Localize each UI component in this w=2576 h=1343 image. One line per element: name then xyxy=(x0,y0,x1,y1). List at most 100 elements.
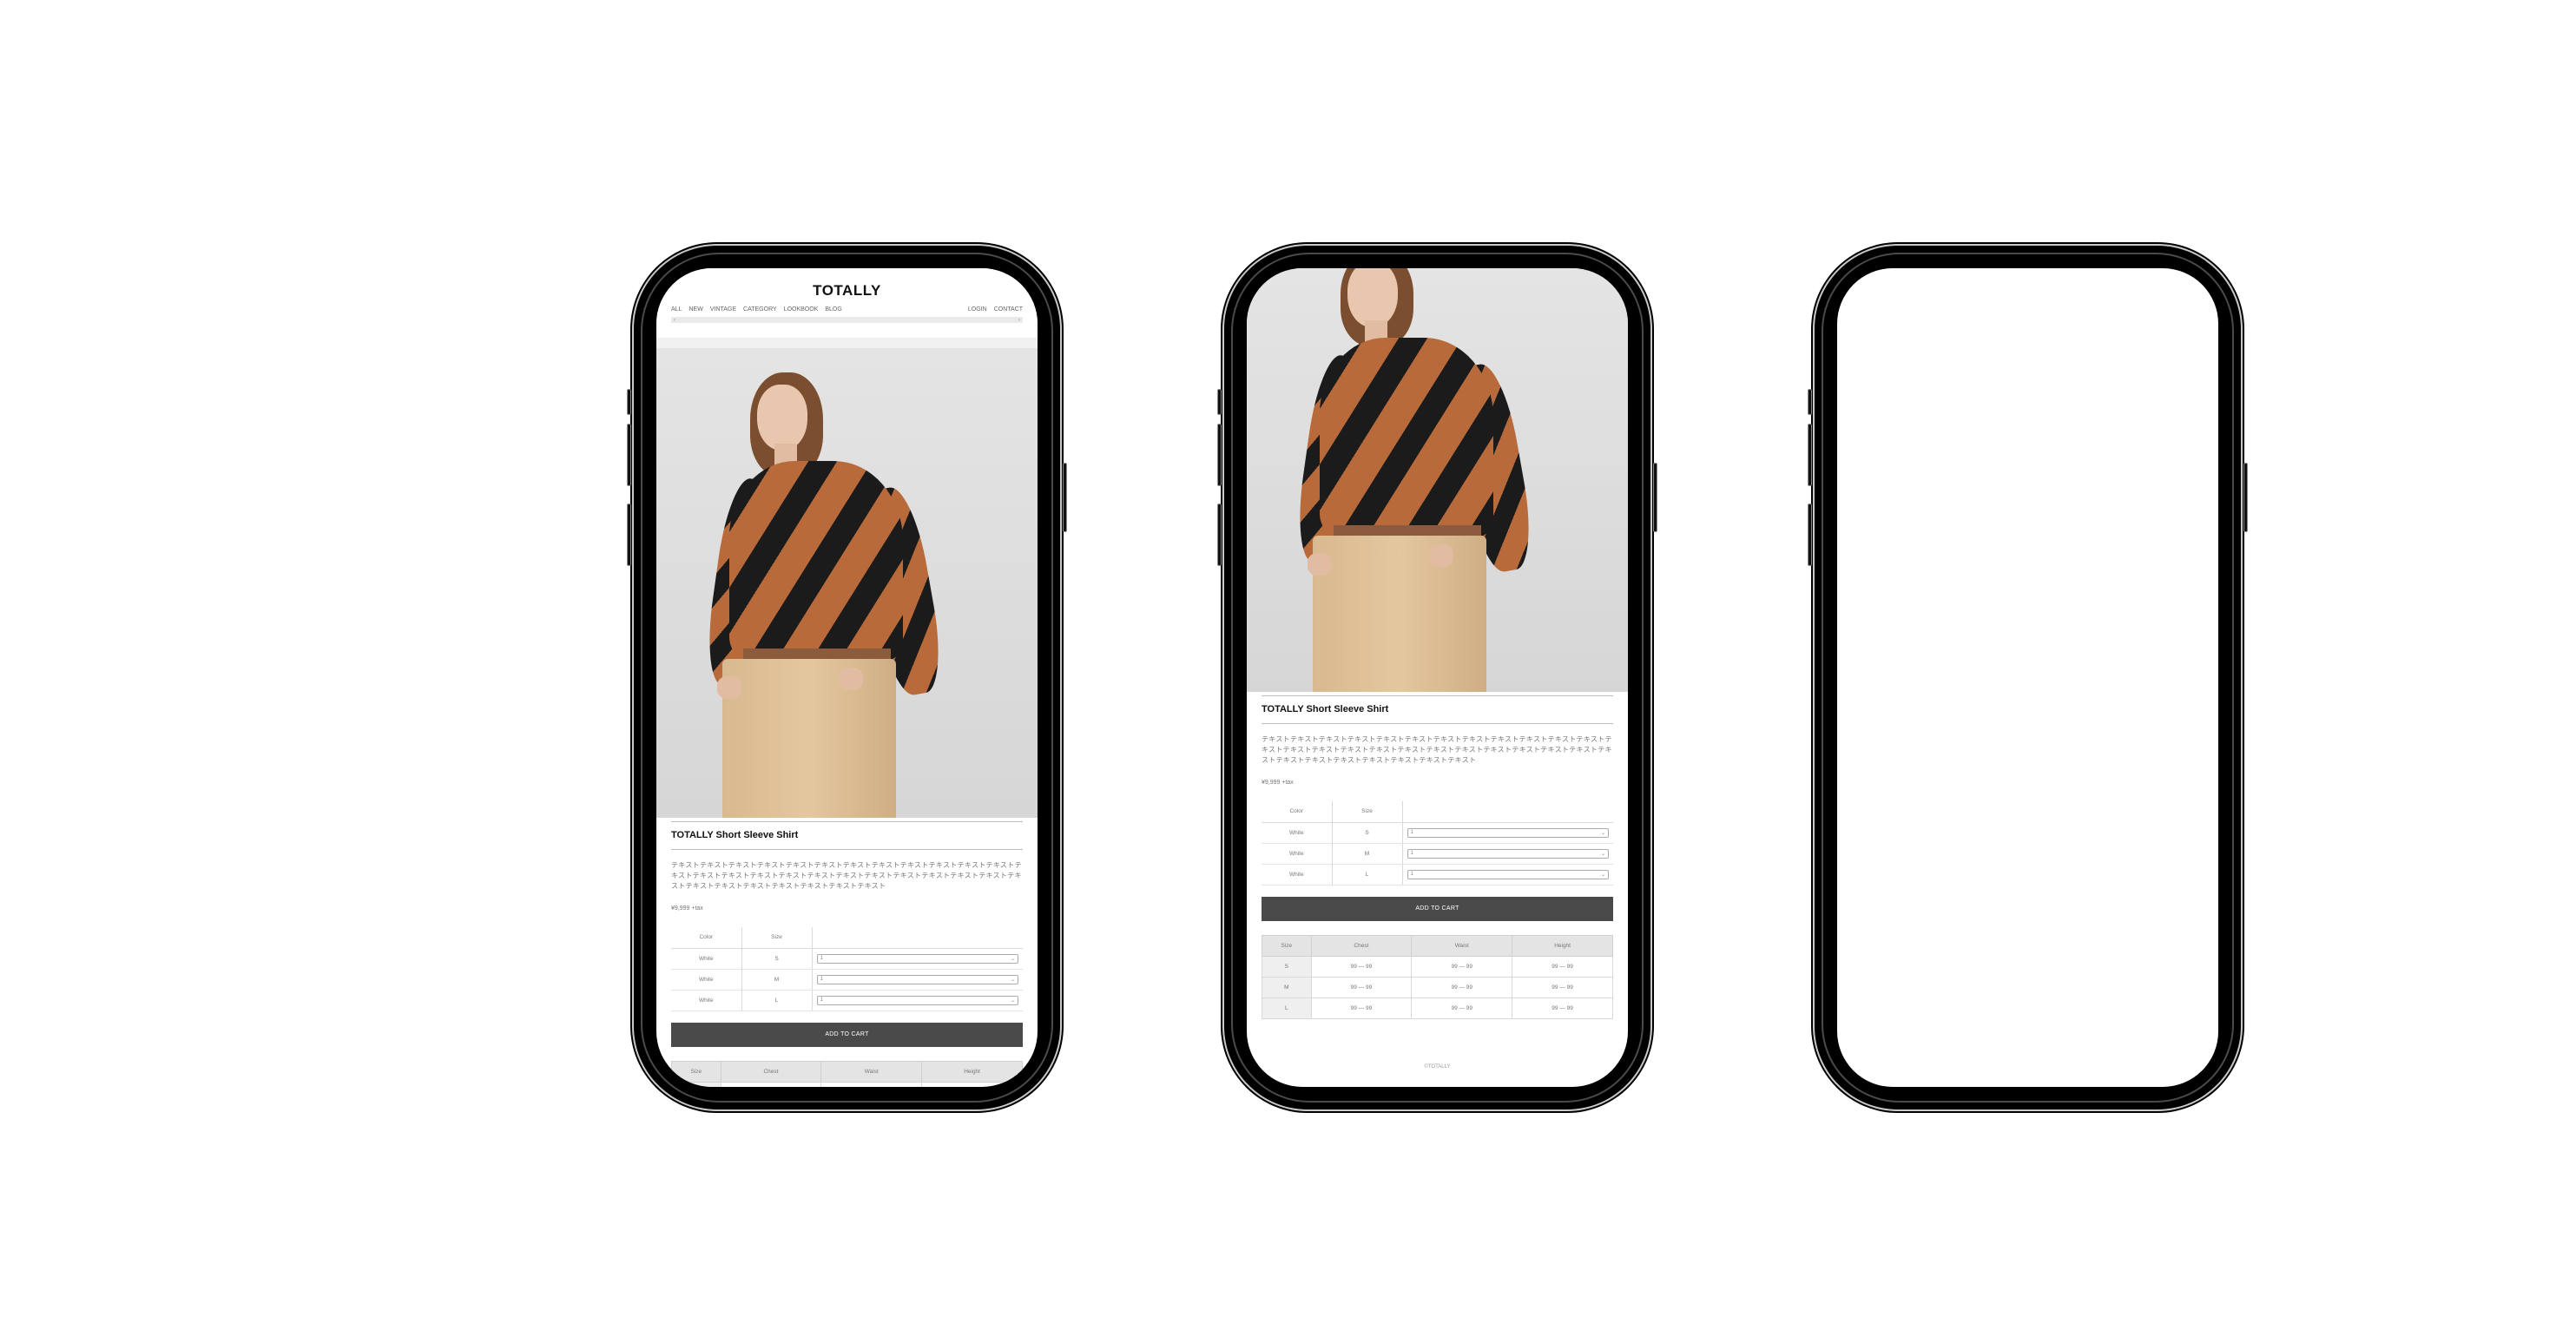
chevron-down-icon: ⌄ xyxy=(1600,830,1605,836)
order-size: M xyxy=(741,969,813,991)
order-qty-cell: 1 ⌄ xyxy=(812,948,1023,970)
photo-right-hand xyxy=(839,668,863,690)
size-col-chest: Chest xyxy=(1310,934,1413,957)
photo-shirt xyxy=(1320,338,1493,537)
photo-left-hand xyxy=(1308,553,1332,576)
main-nav: ALL NEW VINTAGE CATEGORY LOOKBOOK BLOG L… xyxy=(671,306,1023,313)
chevron-down-icon: ⌄ xyxy=(1600,872,1605,878)
chevron-down-icon: ⌄ xyxy=(1600,851,1605,857)
nav-login[interactable]: LOGIN xyxy=(968,306,987,313)
mute-switch xyxy=(1808,389,1812,415)
table-row: L 99 — 99 99 — 99 99 — 99 xyxy=(1262,997,1613,1019)
quantity-select[interactable]: 1 ⌄ xyxy=(816,995,1018,1005)
size-col-waist: Waist xyxy=(820,1060,923,1083)
nav-all[interactable]: ALL xyxy=(671,306,682,313)
order-col-color: Color xyxy=(671,927,742,949)
photo-left-hand xyxy=(717,676,741,699)
phone-mockup-2: TOTALLY Short Sleeve Shirt テキストテキストテキストテ… xyxy=(1217,246,1657,1109)
order-qty-cell: 1 ⌄ xyxy=(812,990,1023,1011)
nav-blog[interactable]: BLOG xyxy=(825,306,841,313)
power-button xyxy=(1653,463,1657,532)
product-price: ¥9,999 +tax xyxy=(671,905,703,912)
nav-vintage[interactable]: VINTAGE xyxy=(710,306,736,313)
site-footer-copyright: ©TOTALLY xyxy=(1424,1063,1451,1070)
size-cell: 99 — 99 xyxy=(1411,997,1513,1019)
size-cell: 99 — 99 xyxy=(921,1081,1023,1087)
nav-scrollbar[interactable]: ‹ › xyxy=(671,317,1023,323)
photo-right-hand xyxy=(1429,544,1453,567)
order-qty-cell: 1 ⌄ xyxy=(1402,864,1613,885)
product-title: TOTALLY Short Sleeve Shirt xyxy=(671,830,799,840)
header-divider xyxy=(656,338,1038,348)
scroll-left-icon[interactable]: ‹ xyxy=(674,318,675,323)
phone-mockup-3 xyxy=(1808,246,2248,1109)
product-price: ¥9,999 +tax xyxy=(1262,780,1294,786)
product-title: TOTALLY Short Sleeve Shirt xyxy=(1262,704,1389,714)
phone-screen-2: TOTALLY Short Sleeve Shirt テキストテキストテキストテ… xyxy=(1247,268,1628,1087)
brand-logo[interactable]: TOTALLY xyxy=(656,268,1038,300)
product-description: テキストテキストテキストテキストテキストテキストテキストテキストテキストテキスト… xyxy=(1262,735,1612,764)
quantity-value: 1 xyxy=(1410,851,1413,856)
order-table-header: Color Size xyxy=(1262,801,1613,823)
order-qty-cell: 1 ⌄ xyxy=(812,969,1023,991)
scroll-right-icon[interactable]: › xyxy=(1018,318,1020,323)
size-cell: 99 — 99 xyxy=(720,1081,822,1087)
size-col-size: Size xyxy=(1262,934,1312,957)
size-chart-header: Size Chest Waist Height xyxy=(671,1060,1023,1083)
size-cell: 99 — 99 xyxy=(1411,976,1513,998)
quantity-select[interactable]: 1 ⌄ xyxy=(1407,827,1609,838)
power-button xyxy=(2243,463,2248,532)
order-size: S xyxy=(741,948,813,970)
chevron-down-icon: ⌄ xyxy=(1010,956,1015,962)
quantity-select[interactable]: 1 ⌄ xyxy=(816,953,1018,964)
size-cell: L xyxy=(1262,997,1312,1019)
site-header: TOTALLY ALL NEW VINTAGE CATEGORY LOOKBOO… xyxy=(656,268,1038,338)
size-cell: 99 — 99 xyxy=(1411,955,1513,978)
table-row: S 99 — 99 99 — 99 99 — 99 xyxy=(671,1081,1023,1087)
volume-down-button xyxy=(1217,504,1222,566)
photo-pants xyxy=(1313,536,1486,692)
photo-shirt xyxy=(729,461,903,661)
size-cell: S xyxy=(1262,955,1312,978)
photo-face xyxy=(757,385,807,451)
order-color: White xyxy=(1262,822,1333,844)
quantity-select[interactable]: 1 ⌄ xyxy=(1407,848,1609,859)
add-to-cart-button[interactable]: ADD TO CART xyxy=(671,1022,1023,1047)
power-button xyxy=(1063,463,1067,532)
order-qty-cell: 1 ⌄ xyxy=(1402,822,1613,844)
order-qty-cell: 1 ⌄ xyxy=(1402,843,1613,865)
table-row: M 99 — 99 99 — 99 99 — 99 xyxy=(1262,976,1613,998)
chevron-down-icon: ⌄ xyxy=(1010,997,1015,1004)
photo-pants xyxy=(722,659,896,818)
nav-new[interactable]: NEW xyxy=(688,306,702,313)
order-size: M xyxy=(1332,843,1403,865)
volume-up-button xyxy=(627,424,631,486)
size-cell: 99 — 99 xyxy=(1310,997,1413,1019)
order-size: L xyxy=(1332,864,1403,885)
volume-up-button xyxy=(1217,424,1222,486)
order-table: Color Size White S 1 ⌄ White M 1 ⌄ White L xyxy=(1262,801,1613,885)
product-info: TOTALLY Short Sleeve Shirt テキストテキストテキストテ… xyxy=(656,821,1038,1087)
nav-lookbook[interactable]: LOOKBOOK xyxy=(784,306,819,313)
table-row: White M 1 ⌄ xyxy=(671,969,1023,991)
quantity-select[interactable]: 1 ⌄ xyxy=(816,974,1018,984)
product-photo xyxy=(656,348,1038,818)
size-col-chest: Chest xyxy=(720,1060,822,1083)
size-chart-table: Size Chest Waist Height S 99 — 99 99 — 9… xyxy=(671,1060,1023,1087)
quantity-select[interactable]: 1 ⌄ xyxy=(1407,869,1609,879)
nav-contact[interactable]: CONTACT xyxy=(994,306,1023,313)
quantity-value: 1 xyxy=(820,997,823,1003)
order-size: S xyxy=(1332,822,1403,844)
nav-category[interactable]: CATEGORY xyxy=(743,306,777,313)
order-color: White xyxy=(671,969,742,991)
add-to-cart-button[interactable]: ADD TO CART xyxy=(1262,896,1613,921)
order-color: White xyxy=(1262,843,1333,865)
table-row: White S 1 ⌄ xyxy=(1262,822,1613,844)
size-cell: 99 — 99 xyxy=(1512,955,1613,978)
order-table-header: Color Size xyxy=(671,927,1023,949)
order-col-qty xyxy=(1402,801,1613,823)
size-col-height: Height xyxy=(1512,934,1613,957)
size-cell: 99 — 99 xyxy=(1310,976,1413,998)
order-col-qty xyxy=(812,927,1023,949)
mute-switch xyxy=(627,389,631,415)
